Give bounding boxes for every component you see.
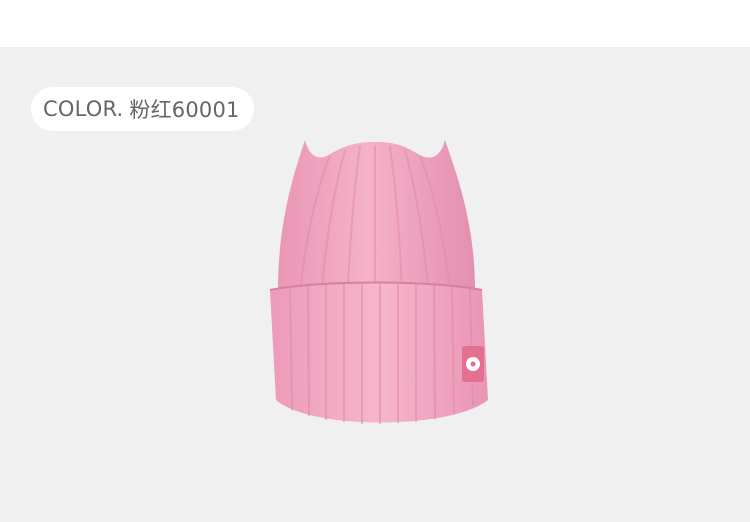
color-label-pill: COLOR. 粉红60001: [31, 87, 254, 131]
color-label-value: 粉红60001: [129, 98, 240, 122]
top-white-strip: [0, 0, 750, 47]
color-label-prefix: COLOR.: [43, 97, 124, 121]
pink-beanie-image: [269, 140, 488, 424]
beanie-crown: [278, 140, 475, 290]
